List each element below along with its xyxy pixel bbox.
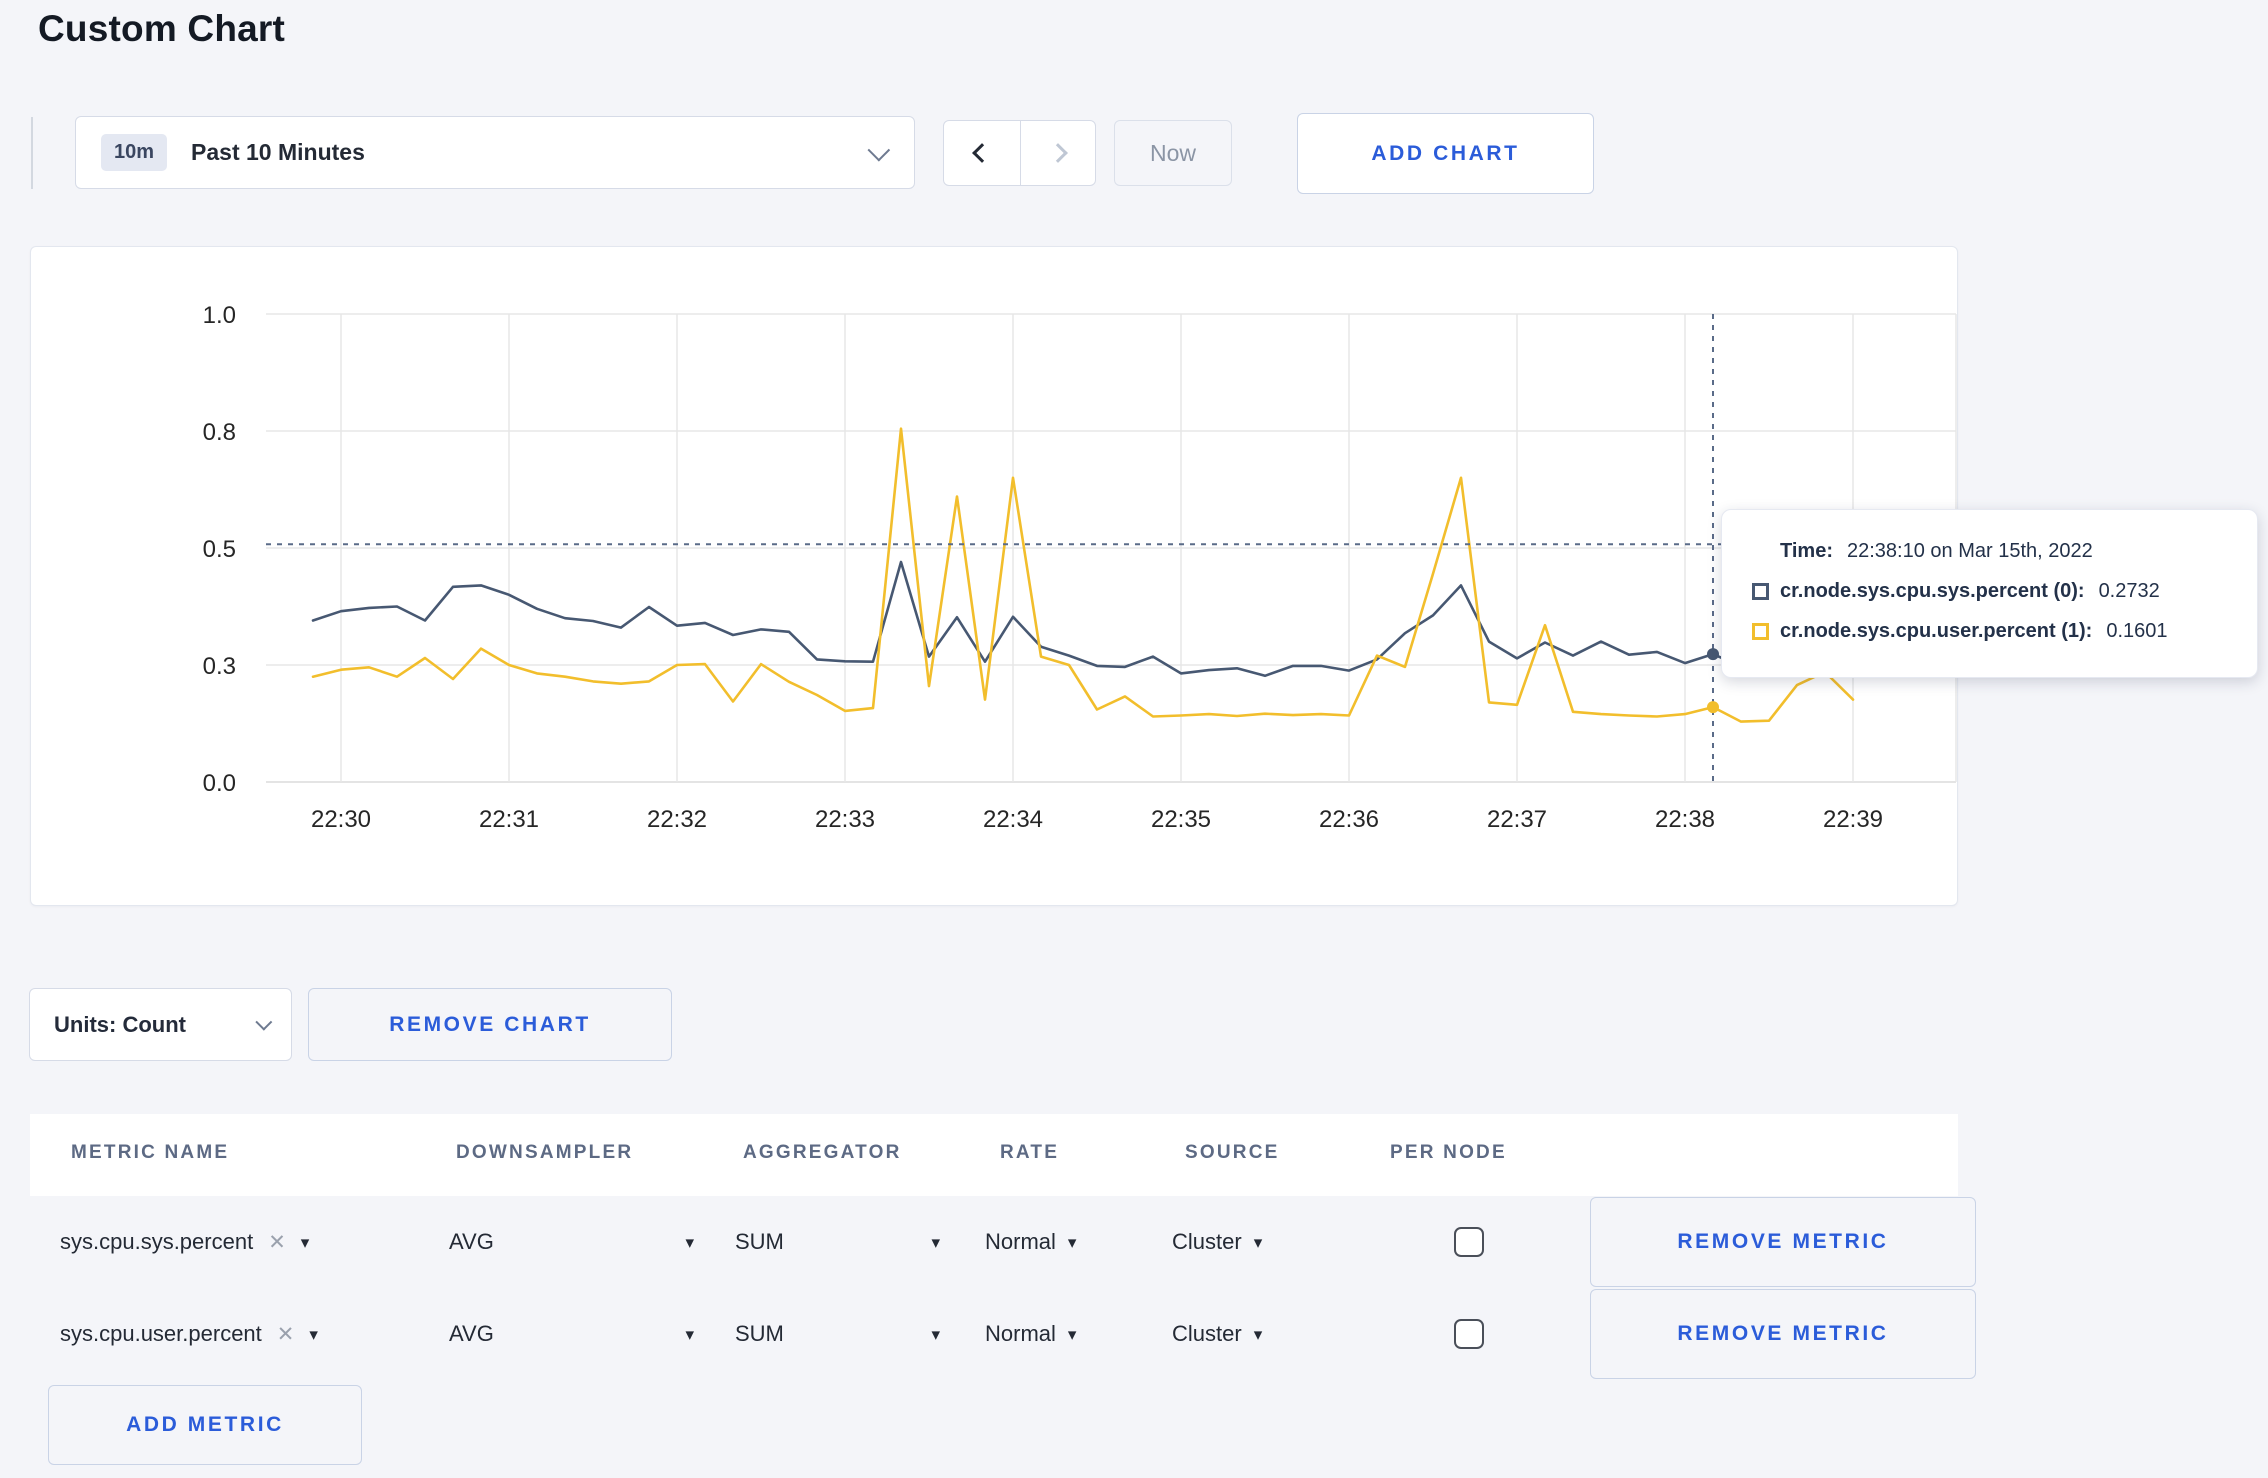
page-title: Custom Chart <box>38 8 286 49</box>
col-head-source: SOURCE <box>1185 1142 1280 1163</box>
downsampler-value: AVG <box>449 1321 494 1346</box>
col-head-downsampler: DOWNSAMPLER <box>456 1142 634 1163</box>
chevron-right-icon <box>1047 143 1068 163</box>
series-sys-legend-swatch-icon <box>1752 583 1769 600</box>
y-tick-label: 1.0 <box>203 302 236 329</box>
series-line-1 <box>311 427 1855 723</box>
metric-row: sys.cpu.user.percent ✕ ▾ AVG ▾ SUM ▾ Nor… <box>30 1288 1976 1380</box>
units-select[interactable]: Units: Count <box>29 988 292 1061</box>
caret-down-icon: ▾ <box>300 1232 310 1252</box>
x-tick-label: 22:38 <box>1655 806 1715 833</box>
metrics-table-header: METRIC NAME DOWNSAMPLER AGGREGATOR RATE … <box>30 1114 1958 1196</box>
caret-down-icon: ▾ <box>1253 1324 1263 1344</box>
aggregator-select[interactable]: SUM ▾ <box>735 1196 940 1288</box>
caret-down-icon: ▾ <box>1067 1232 1077 1252</box>
tooltip-series-value: 0.1601 <box>2106 620 2168 642</box>
tooltip-time-value: 22:38:10 on Mar 15th, 2022 <box>1846 540 2093 562</box>
now-button[interactable]: Now <box>1114 120 1232 186</box>
tooltip-series-label: cr.node.sys.cpu.user.percent (1): <box>1780 620 2093 642</box>
downsampler-select[interactable]: AVG ▾ <box>449 1196 694 1288</box>
source-select[interactable]: Cluster ▾ <box>1172 1288 1262 1380</box>
aggregator-value: SUM <box>735 1229 784 1254</box>
rate-value: Normal <box>985 1229 1056 1254</box>
metric-row: sys.cpu.sys.percent ✕ ▾ AVG ▾ SUM ▾ Norm… <box>30 1196 1976 1288</box>
metric-name-select[interactable]: sys.cpu.sys.percent ✕ ▾ <box>60 1196 309 1288</box>
clear-metric-icon[interactable]: ✕ <box>277 1322 295 1347</box>
rate-select[interactable]: Normal ▾ <box>985 1196 1076 1288</box>
x-tick-label: 22:32 <box>647 806 707 833</box>
next-timespan-button[interactable] <box>1019 121 1096 185</box>
time-nav-arrows <box>943 120 1096 186</box>
x-tick-label: 22:34 <box>983 806 1043 833</box>
clear-metric-icon[interactable]: ✕ <box>268 1230 286 1255</box>
source-value: Cluster <box>1172 1321 1242 1346</box>
caret-down-icon: ▾ <box>931 1232 940 1252</box>
x-tick-label: 22:39 <box>1823 806 1883 833</box>
tooltip-time-label: Time: <box>1780 540 1833 562</box>
per-node-checkbox[interactable] <box>1454 1227 1484 1257</box>
x-tick-label: 22:30 <box>311 806 371 833</box>
source-select[interactable]: Cluster ▾ <box>1172 1196 1262 1288</box>
rate-value: Normal <box>985 1321 1056 1346</box>
x-tick-label: 22:35 <box>1151 806 1211 833</box>
y-tick-label: 0.5 <box>203 536 236 563</box>
downsampler-value: AVG <box>449 1229 494 1254</box>
metric-name-value: sys.cpu.user.percent <box>60 1321 262 1346</box>
caret-down-icon: ▾ <box>685 1324 694 1344</box>
chevron-left-icon <box>971 143 992 163</box>
time-range-select[interactable]: 10m Past 10 Minutes <box>75 116 915 189</box>
rate-select[interactable]: Normal ▾ <box>985 1288 1076 1380</box>
time-range-badge: 10m <box>101 134 168 171</box>
y-tick-label: 0.3 <box>203 653 236 680</box>
col-head-per-node: PER NODE <box>1390 1142 1507 1163</box>
col-head-metric-name: METRIC NAME <box>71 1142 230 1163</box>
series-user-legend-swatch-icon <box>1752 623 1769 640</box>
tooltip-series-value: 0.2732 <box>2098 580 2160 602</box>
x-tick-label: 22:36 <box>1319 806 1379 833</box>
caret-down-icon: ▾ <box>1067 1324 1077 1344</box>
caret-down-icon: ▾ <box>1253 1232 1263 1252</box>
chart-svg[interactable]: 0.0 0.3 0.5 0.8 1.0 22:30 22:31 22:32 22:33 22:34… <box>31 247 1957 905</box>
remove-metric-button[interactable]: REMOVE METRIC <box>1590 1197 1976 1287</box>
col-head-rate: RATE <box>1000 1142 1060 1163</box>
downsampler-select[interactable]: AVG ▾ <box>449 1288 694 1380</box>
y-tick-label: 0.0 <box>203 770 236 797</box>
chart-tooltip: Time: 22:38:10 on Mar 15th, 2022 cr.node… <box>1721 509 2258 678</box>
metric-name-value: sys.cpu.sys.percent <box>60 1229 254 1254</box>
x-tick-label: 22:31 <box>479 806 539 833</box>
time-range-label: Past 10 Minutes <box>191 139 365 165</box>
tooltip-series-label: cr.node.sys.cpu.sys.percent (0): <box>1780 580 2085 602</box>
units-label: Units: Count <box>54 1011 186 1037</box>
remove-chart-button[interactable]: REMOVE CHART <box>308 988 672 1061</box>
chart-card: 0.0 0.3 0.5 0.8 1.0 22:30 22:31 22:32 22:33 22:34… <box>30 246 1958 906</box>
aggregator-value: SUM <box>735 1321 784 1346</box>
x-tick-label: 22:33 <box>815 806 875 833</box>
per-node-checkbox[interactable] <box>1454 1319 1484 1349</box>
caret-down-icon: ▾ <box>931 1324 940 1344</box>
caret-down-icon: ▾ <box>309 1324 318 1344</box>
prev-timespan-button[interactable] <box>944 121 1020 185</box>
metric-name-select[interactable]: sys.cpu.user.percent ✕ ▾ <box>60 1288 318 1380</box>
crosshair-marker-1 <box>1707 701 1719 714</box>
source-value: Cluster <box>1172 1229 1242 1254</box>
caret-down-icon: ▾ <box>685 1232 694 1252</box>
y-tick-label: 0.8 <box>203 419 236 446</box>
add-metric-button[interactable]: ADD METRIC <box>48 1385 362 1465</box>
toolbar-divider <box>31 117 33 189</box>
add-chart-button[interactable]: ADD CHART <box>1297 113 1594 194</box>
series-line-0 <box>311 560 1743 678</box>
x-tick-label: 22:37 <box>1487 806 1547 833</box>
remove-metric-button[interactable]: REMOVE METRIC <box>1590 1289 1976 1379</box>
col-head-aggregator: AGGREGATOR <box>743 1142 902 1163</box>
aggregator-select[interactable]: SUM ▾ <box>735 1288 940 1380</box>
crosshair-marker-0 <box>1707 648 1719 661</box>
chevron-down-icon <box>255 1013 273 1031</box>
chevron-down-icon <box>867 138 891 161</box>
